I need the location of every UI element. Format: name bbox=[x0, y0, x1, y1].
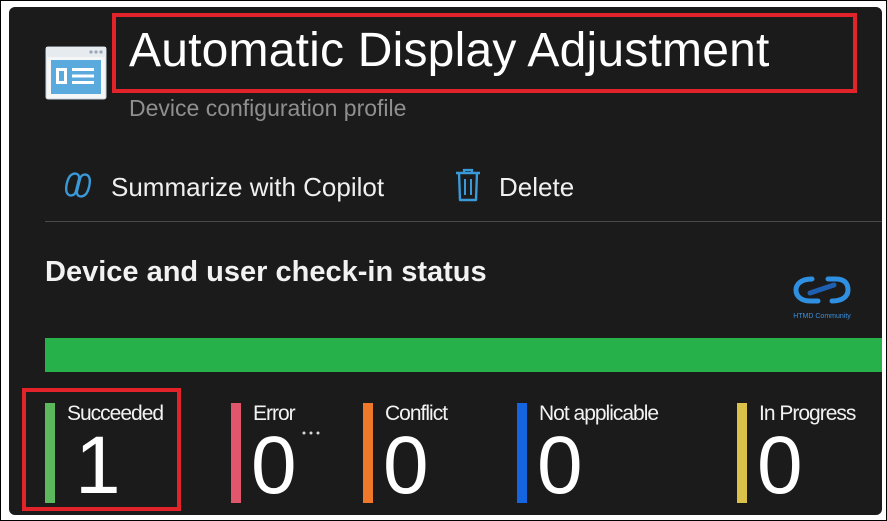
progress-bar-fill bbox=[45, 338, 882, 372]
ellipsis-icon bbox=[302, 431, 320, 435]
watermark-text: HTMD Community bbox=[793, 313, 851, 320]
stat-error-color-bar bbox=[231, 403, 241, 503]
copilot-icon bbox=[61, 168, 95, 207]
stat-not-applicable-color-bar bbox=[517, 403, 527, 503]
stat-in-progress-count: 0 bbox=[757, 420, 803, 511]
stat-conflict-count: 0 bbox=[383, 420, 429, 511]
stat-not-applicable-count: 0 bbox=[537, 420, 583, 511]
stat-in-progress-color-bar bbox=[737, 403, 747, 503]
delete-button-label: Delete bbox=[499, 171, 575, 202]
copilot-button-label: Summarize with Copilot bbox=[111, 171, 385, 202]
screenshot-frame: Automatic Display Adjustment Device conf… bbox=[0, 0, 887, 521]
delete-button[interactable]: Delete bbox=[453, 167, 574, 207]
page-subtitle: Device configuration profile bbox=[129, 95, 407, 121]
configuration-profile-icon bbox=[45, 46, 107, 100]
htmd-community-watermark: HTMD Community bbox=[790, 273, 854, 320]
stat-conflict-color-bar bbox=[363, 403, 373, 503]
title-highlight-box bbox=[112, 13, 857, 93]
checkin-progress-bar bbox=[45, 338, 882, 372]
summarize-with-copilot-button[interactable]: Summarize with Copilot bbox=[61, 167, 384, 207]
trash-icon bbox=[453, 167, 483, 208]
checkin-status-heading: Device and user check-in status bbox=[45, 256, 487, 288]
toolbar-divider bbox=[45, 221, 882, 222]
htmd-logo-icon bbox=[793, 276, 851, 304]
profile-panel: Automatic Display Adjustment Device conf… bbox=[9, 7, 882, 515]
succeeded-highlight-box bbox=[22, 388, 181, 511]
stat-error-count: 0 bbox=[251, 420, 297, 511]
